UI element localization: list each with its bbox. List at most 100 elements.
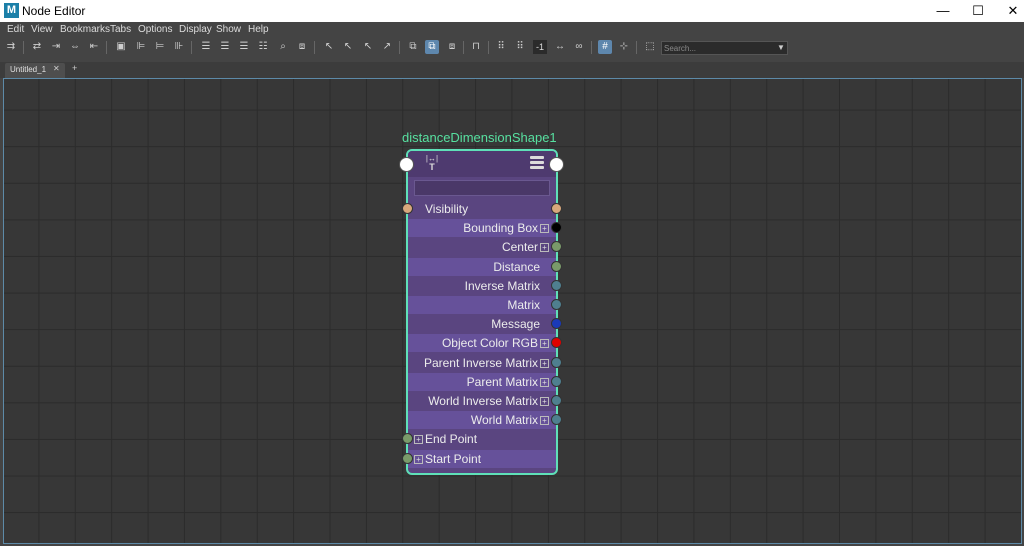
output-port[interactable]: [551, 395, 562, 406]
swatch-icon[interactable]: ⧈: [445, 40, 459, 54]
graph-icon[interactable]: ⧉: [406, 40, 420, 54]
attribute-row[interactable]: Message: [408, 315, 556, 333]
attribute-row[interactable]: Inverse Matrix: [408, 277, 556, 295]
input-connections-icon[interactable]: ⇥: [49, 40, 63, 54]
link-icon[interactable]: ∞: [572, 40, 586, 54]
expand-icon[interactable]: +: [540, 416, 549, 425]
node-type-label: T: [429, 162, 435, 172]
attribute-row[interactable]: Matrix: [408, 296, 556, 314]
graph-input-output-icon[interactable]: ⇉: [4, 40, 18, 54]
title-bar: M Node Editor — ☐ ✕: [0, 0, 1024, 22]
custom-mode-icon[interactable]: ☷: [256, 40, 270, 54]
menu-help[interactable]: Help: [248, 24, 269, 35]
attribute-label: Bounding Box: [463, 221, 538, 235]
grid-value-field[interactable]: -1: [533, 40, 547, 54]
input-port[interactable]: [402, 433, 413, 444]
search-box[interactable]: ▼: [661, 41, 788, 55]
swap-arrows-icon[interactable]: ⇄: [30, 40, 44, 54]
menu-edit[interactable]: Edit: [7, 24, 24, 35]
pin-icon[interactable]: ⊓: [469, 40, 483, 54]
output-port[interactable]: [551, 357, 562, 368]
search-dropdown-icon[interactable]: ▼: [777, 42, 785, 54]
node-output-port[interactable]: [549, 157, 564, 172]
input-port[interactable]: [402, 453, 413, 464]
output-port[interactable]: [551, 241, 562, 252]
toolbar-separator: [591, 41, 592, 54]
select-tool-icon[interactable]: ↖: [322, 40, 336, 54]
attribute-row[interactable]: + Center: [408, 238, 556, 256]
frame-all-icon[interactable]: ⧈: [295, 40, 309, 54]
search-input[interactable]: [664, 43, 770, 54]
node-title: distanceDimensionShape1: [402, 130, 557, 145]
menu-bar: Edit View Bookmarks Tabs Options Display…: [0, 22, 1024, 38]
expand-icon[interactable]: +: [414, 455, 423, 464]
frame-icon[interactable]: ⬚: [643, 40, 657, 54]
node-menu-icon[interactable]: [530, 156, 544, 170]
attribute-label: Object Color RGB: [441, 336, 538, 350]
tab-label: Untitled_1: [10, 65, 47, 74]
output-port[interactable]: [551, 299, 562, 310]
menu-tabs[interactable]: Tabs: [110, 24, 131, 35]
full-mode-icon[interactable]: ☰: [237, 40, 251, 54]
output-port[interactable]: [551, 337, 562, 348]
search-icon[interactable]: ⌕: [276, 40, 290, 54]
frame-selection-icon[interactable]: ▣: [114, 40, 128, 54]
input-port[interactable]: [402, 203, 413, 214]
attribute-row[interactable]: Distance: [408, 258, 556, 276]
attribute-row[interactable]: + Parent Inverse Matrix: [408, 354, 556, 372]
menu-options[interactable]: Options: [138, 24, 172, 35]
node-input-port[interactable]: [399, 157, 414, 172]
attribute-row[interactable]: + Parent Matrix: [408, 373, 556, 391]
attribute-row[interactable]: + Bounding Box: [408, 219, 556, 237]
output-port[interactable]: [551, 414, 562, 425]
align-left-icon[interactable]: ⊫: [134, 40, 148, 54]
attribute-row[interactable]: Visibility: [408, 200, 556, 218]
output-connections-icon[interactable]: ⇤: [87, 40, 101, 54]
attribute-row[interactable]: + World Matrix: [408, 411, 556, 429]
simple-mode-icon[interactable]: ☰: [199, 40, 213, 54]
in-out-connections-icon[interactable]: ⇔: [68, 40, 82, 54]
output-port[interactable]: [551, 261, 562, 272]
menu-view[interactable]: View: [31, 24, 53, 35]
grid-dots-icon[interactable]: ⠿: [494, 40, 508, 54]
snap-to-grid-icon[interactable]: ⊹: [617, 40, 631, 54]
menu-display[interactable]: Display: [179, 24, 212, 35]
tab-untitled-1[interactable]: Untitled_1 ✕: [5, 63, 65, 78]
menu-show[interactable]: Show: [216, 24, 241, 35]
toolbar-separator: [23, 41, 24, 54]
output-port[interactable]: [551, 222, 562, 233]
connected-mode-icon[interactable]: ☰: [218, 40, 232, 54]
output-port[interactable]: [551, 280, 562, 291]
output-port[interactable]: [551, 203, 562, 214]
attribute-row[interactable]: + World Inverse Matrix: [408, 392, 556, 410]
spread-icon[interactable]: ↔: [553, 40, 567, 54]
tab-close-icon[interactable]: ✕: [53, 64, 60, 73]
align-icon[interactable]: ⊨: [153, 40, 167, 54]
grid-toggle-icon[interactable]: #: [598, 40, 612, 54]
attribute-row[interactable]: + Object Color RGB: [408, 334, 556, 352]
attribute-row[interactable]: + Start Point: [408, 450, 556, 468]
grid-snap-icon[interactable]: ⠿: [513, 40, 527, 54]
attribute-view-icon[interactable]: ⧉: [425, 40, 439, 54]
expand-icon[interactable]: +: [540, 243, 549, 252]
select-downstream-icon[interactable]: ↖: [361, 40, 375, 54]
expand-icon[interactable]: +: [540, 339, 549, 348]
output-port[interactable]: [551, 376, 562, 387]
window-title: Node Editor: [22, 4, 86, 18]
select-upstream-icon[interactable]: ↖: [341, 40, 355, 54]
add-tab-icon[interactable]: +: [72, 63, 77, 73]
maya-app-icon: M: [4, 3, 19, 18]
close-button[interactable]: ✕: [990, 0, 1024, 22]
attribute-filter-field[interactable]: [414, 180, 550, 196]
menu-bookmarks[interactable]: Bookmarks: [60, 24, 110, 35]
expand-icon[interactable]: +: [540, 224, 549, 233]
expand-icon[interactable]: +: [540, 359, 549, 368]
distance-dimension-icon: |↔| T: [422, 155, 442, 173]
expand-icon[interactable]: +: [540, 397, 549, 406]
output-port[interactable]: [551, 318, 562, 329]
expand-icon[interactable]: +: [540, 378, 549, 387]
attribute-row[interactable]: + End Point: [408, 430, 556, 448]
expand-icon[interactable]: +: [414, 435, 423, 444]
select-both-icon[interactable]: ↗: [380, 40, 394, 54]
distribute-icon[interactable]: ⊪: [172, 40, 186, 54]
